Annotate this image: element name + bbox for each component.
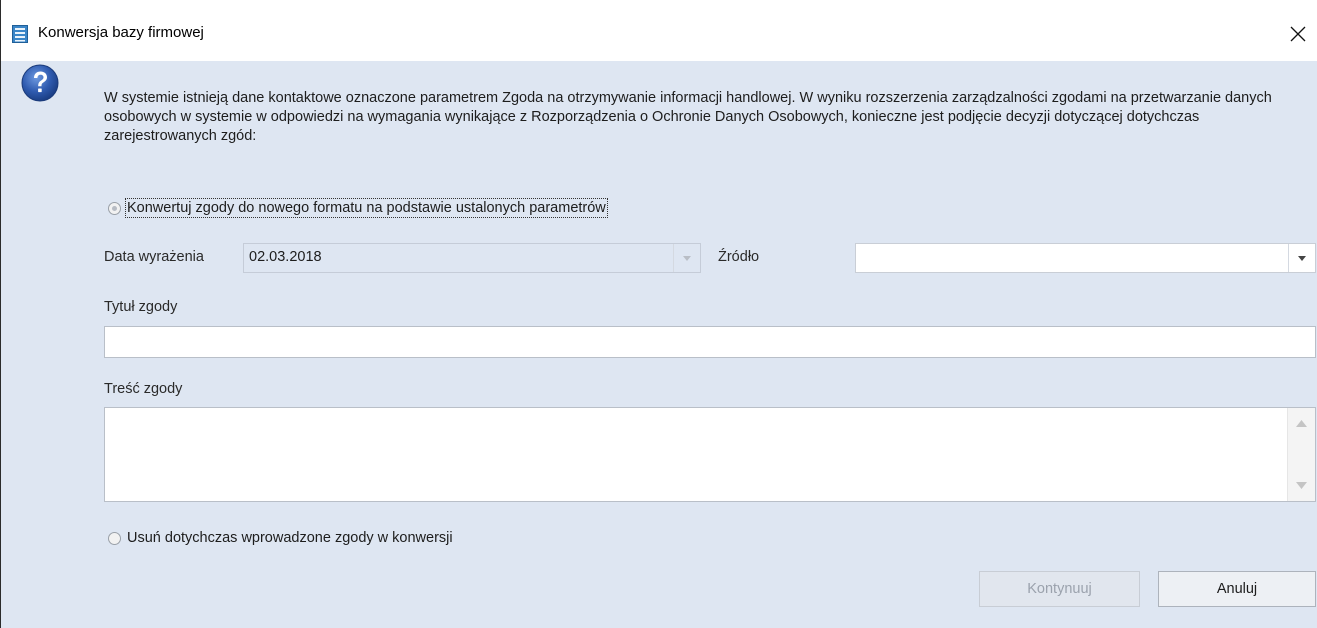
title-bar: Konwersja bazy firmowej (1, 0, 1317, 61)
radio-delete[interactable]: Usuń dotychczas wprowadzone zgody w konw… (108, 530, 453, 546)
radio-convert-indicator[interactable] (108, 201, 121, 215)
source-label: Źródło (718, 249, 760, 265)
scroll-down-icon[interactable] (1296, 482, 1307, 489)
info-message: W systemie istnieją dane kontaktowe ozna… (104, 90, 1272, 144)
content-scrollbar[interactable] (1287, 408, 1315, 501)
title-label: Tytuł zgody (104, 299, 178, 315)
chevron-down-icon (1298, 255, 1306, 261)
date-label: Data wyrażenia (104, 249, 204, 265)
source-combobox[interactable] (855, 243, 1316, 273)
chevron-down-icon (683, 255, 691, 261)
content-label: Treść zgody (104, 381, 183, 397)
cancel-button[interactable]: Anuluj (1158, 571, 1316, 607)
radio-convert[interactable]: Konwertuj zgody do nowego formatu na pod… (108, 198, 608, 218)
radio-delete-label[interactable]: Usuń dotychczas wprowadzone zgody w konw… (127, 530, 453, 546)
radio-delete-indicator[interactable] (108, 531, 121, 545)
source-dropdown-arrow[interactable] (1288, 244, 1315, 272)
close-button[interactable] (1283, 20, 1313, 48)
continue-button[interactable]: Kontynuuj (979, 571, 1140, 607)
title-input[interactable] (104, 326, 1316, 358)
date-combobox[interactable]: 02.03.2018 (243, 243, 701, 273)
date-value: 02.03.2018 (249, 249, 322, 265)
window-title: Konwersja bazy firmowej (38, 24, 204, 41)
app-icon (12, 25, 28, 43)
content-textarea[interactable] (104, 407, 1316, 502)
scroll-up-icon[interactable] (1296, 420, 1307, 427)
question-icon (21, 64, 59, 102)
close-icon (1290, 26, 1306, 42)
radio-convert-label[interactable]: Konwertuj zgody do nowego formatu na pod… (125, 198, 608, 218)
date-dropdown-arrow[interactable] (673, 244, 700, 272)
dialog-window: Konwersja bazy firmowej W systemie istni… (0, 0, 1317, 628)
